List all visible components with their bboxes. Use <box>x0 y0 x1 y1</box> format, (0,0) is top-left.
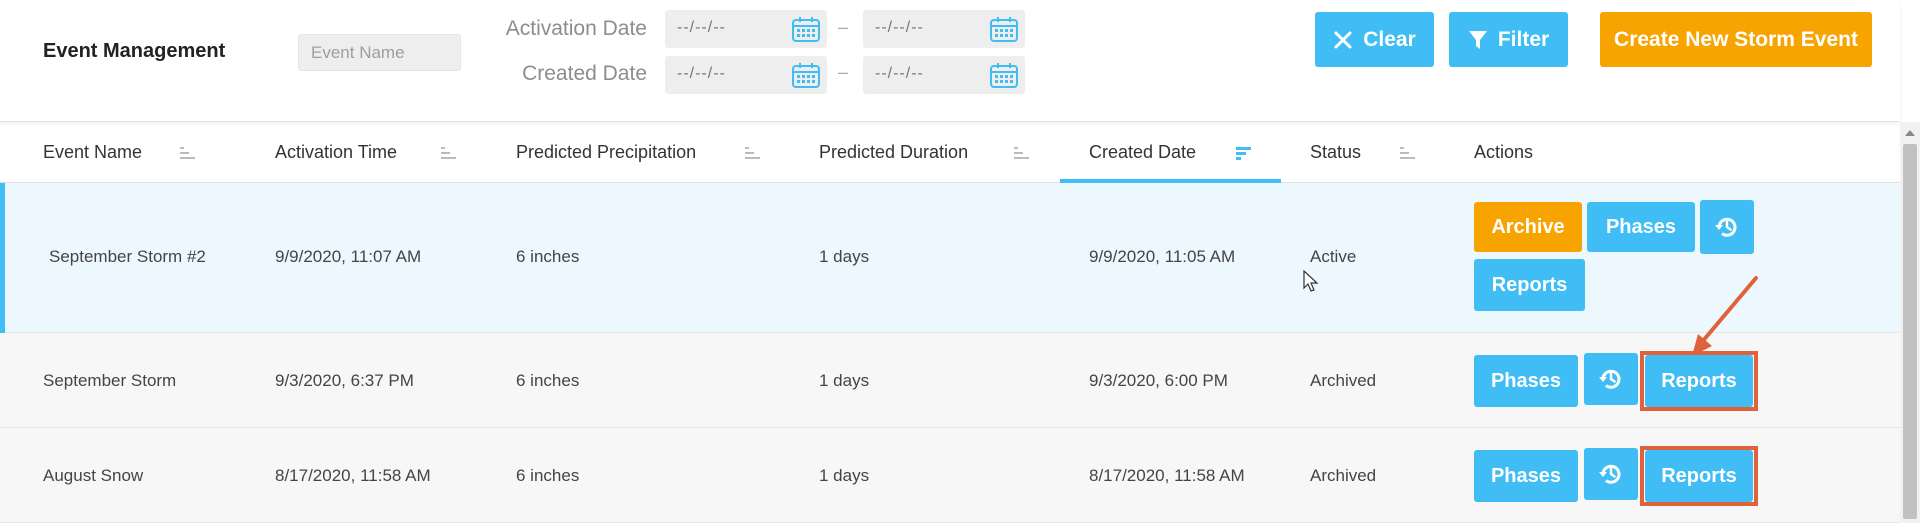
filter-icon <box>1468 30 1487 49</box>
activation-date-to-value: --/--/-- <box>875 19 924 36</box>
phases-button[interactable]: Phases <box>1474 355 1578 407</box>
filter-header: Event Management Activation Date --/--/-… <box>0 0 1900 122</box>
history-button[interactable] <box>1700 200 1754 254</box>
cell-status: Archived <box>1310 466 1377 485</box>
cell-event-name: August Snow <box>43 466 144 485</box>
phases-button[interactable]: Phases <box>1587 202 1695 252</box>
history-button[interactable] <box>1584 353 1638 405</box>
calendar-icon[interactable] <box>989 62 1019 89</box>
filter-button-label: Filter <box>1497 27 1550 51</box>
created-date-to-value: --/--/-- <box>875 65 924 82</box>
scroll-up-arrow-icon[interactable] <box>1905 130 1915 136</box>
created-date-to[interactable]: --/--/-- <box>863 56 1025 94</box>
created-range-separator: – <box>838 62 849 82</box>
phases-button[interactable]: Phases <box>1474 450 1578 502</box>
cell-precipitation: 6 inches <box>516 466 580 485</box>
column-header-created-date[interactable]: Created Date <box>1089 142 1196 163</box>
create-new-storm-event-button[interactable]: Create New Storm Event <box>1600 12 1872 67</box>
created-date-label: Created Date <box>522 62 647 85</box>
close-icon <box>1334 31 1352 48</box>
selected-row-indicator <box>0 183 5 333</box>
column-header-activation-time[interactable]: Activation Time <box>275 142 397 163</box>
clear-button-label: Clear <box>1363 27 1416 51</box>
event-name-filter-input[interactable] <box>298 34 461 71</box>
filter-button[interactable]: Filter <box>1449 12 1568 67</box>
calendar-icon[interactable] <box>989 16 1019 43</box>
cell-duration: 1 days <box>819 371 870 390</box>
cell-duration: 1 days <box>819 247 870 266</box>
history-icon <box>1599 464 1621 484</box>
activation-range-separator: – <box>838 17 849 37</box>
cell-created-date: 9/9/2020, 11:05 AM <box>1089 247 1236 266</box>
cell-created-date: 8/17/2020, 11:58 AM <box>1089 466 1245 485</box>
sort-icon[interactable] <box>441 146 459 160</box>
column-header-status[interactable]: Status <box>1310 142 1361 163</box>
cell-status: Active <box>1310 247 1357 266</box>
cell-precipitation: 6 inches <box>516 247 580 266</box>
created-date-from[interactable]: --/--/-- <box>665 56 827 94</box>
scrollbar-thumb[interactable] <box>1903 144 1917 519</box>
sort-icon[interactable] <box>180 146 198 160</box>
column-header-predicted-duration[interactable]: Predicted Duration <box>819 142 968 163</box>
activation-date-from-value: --/--/-- <box>677 19 726 36</box>
cell-duration: 1 days <box>819 466 870 485</box>
vertical-scrollbar[interactable] <box>1900 122 1920 523</box>
page-title: Event Management <box>43 40 226 62</box>
cell-event-name: September Storm <box>43 371 177 390</box>
sort-active-icon[interactable] <box>1236 146 1254 160</box>
column-header-actions: Actions <box>1474 142 1534 162</box>
sort-icon[interactable] <box>1400 146 1418 160</box>
app-root: Event Management Activation Date --/--/-… <box>0 0 1920 523</box>
history-icon <box>1599 369 1621 389</box>
cell-status: Archived <box>1310 371 1377 390</box>
history-button[interactable] <box>1584 448 1638 500</box>
sort-icon[interactable] <box>745 146 763 160</box>
sort-icon[interactable] <box>1014 146 1032 160</box>
archive-button[interactable]: Archive <box>1474 202 1582 252</box>
clear-button[interactable]: Clear <box>1315 12 1434 67</box>
column-header-event-name[interactable]: Event Name <box>43 142 142 163</box>
cell-activation-time: 9/3/2020, 6:37 PM <box>275 371 414 390</box>
reports-button[interactable]: Reports <box>1645 450 1753 502</box>
mouse-cursor-icon <box>1303 270 1319 292</box>
cell-created-date: 9/3/2020, 6:00 PM <box>1089 371 1228 390</box>
reports-button[interactable]: Reports <box>1474 259 1585 311</box>
cell-precipitation: 6 inches <box>516 371 580 390</box>
calendar-icon[interactable] <box>791 16 821 43</box>
calendar-icon[interactable] <box>791 62 821 89</box>
activation-date-to[interactable]: --/--/-- <box>863 10 1025 48</box>
table-row[interactable]: August Snow 8/17/2020, 11:58 AM 6 inches… <box>0 428 1900 523</box>
annotation-arrow-icon <box>1692 276 1758 356</box>
column-header-predicted-precipitation[interactable]: Predicted Precipitation <box>516 142 696 163</box>
cell-activation-time: 8/17/2020, 11:58 AM <box>275 466 431 485</box>
table-row[interactable]: September Storm 9/3/2020, 6:37 PM 6 inch… <box>0 333 1900 428</box>
created-date-from-value: --/--/-- <box>677 65 726 82</box>
activation-date-label: Activation Date <box>505 17 647 40</box>
create-button-label: Create New Storm Event <box>1614 27 1858 51</box>
cell-event-name: September Storm #2 <box>49 247 206 266</box>
table-row[interactable]: September Storm #2 9/9/2020, 11:07 AM 6 … <box>0 183 1900 333</box>
history-icon <box>1715 217 1737 237</box>
table-header: Event Name Activation Time Predicted Pre… <box>0 122 1900 183</box>
cell-activation-time: 9/9/2020, 11:07 AM <box>275 247 422 266</box>
activation-date-from[interactable]: --/--/-- <box>665 10 827 48</box>
